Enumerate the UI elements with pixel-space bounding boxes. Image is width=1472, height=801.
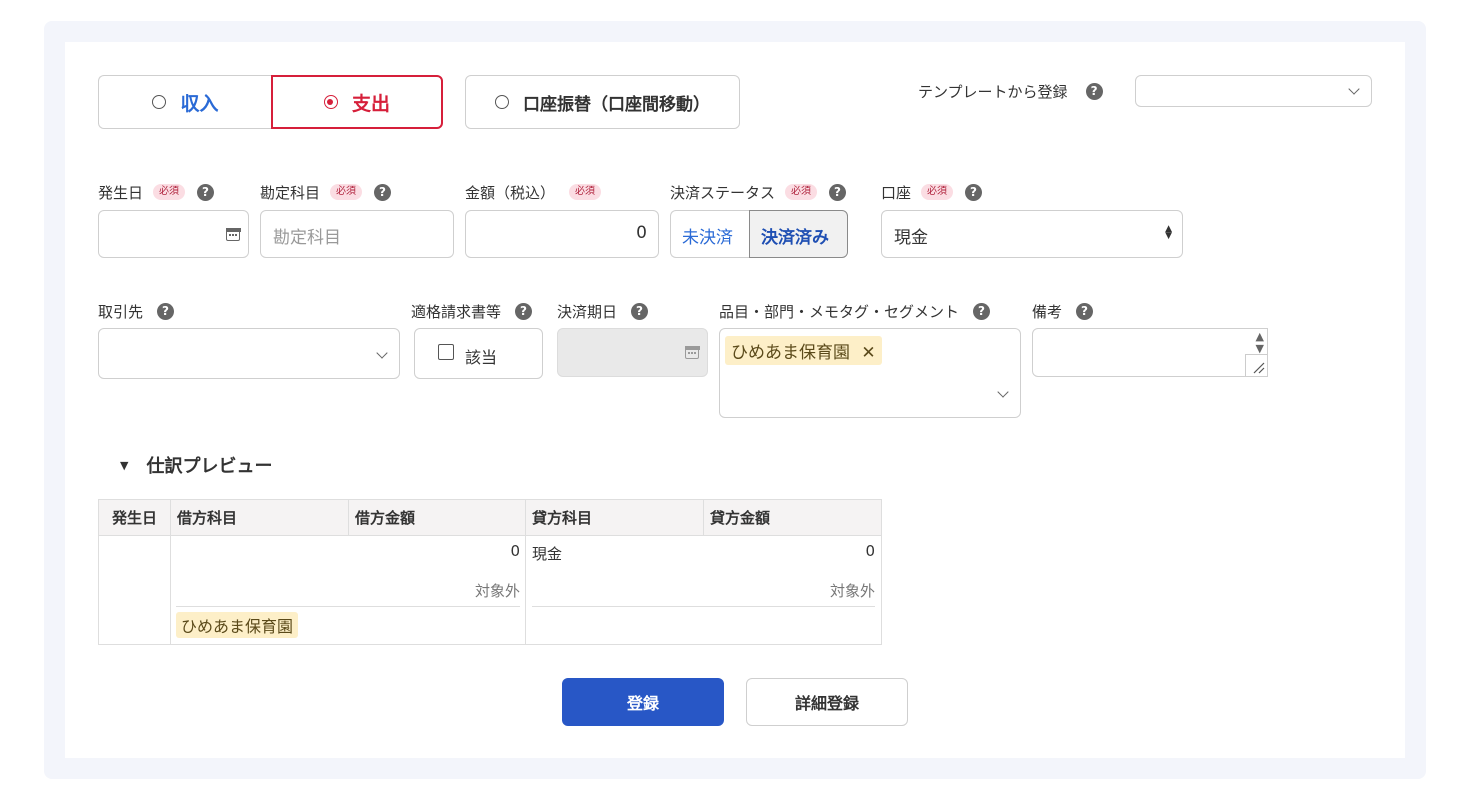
help-icon[interactable]: ? [197, 183, 215, 201]
debit-tag: ひめあま保育園 [176, 612, 299, 638]
partner-select[interactable] [98, 328, 400, 379]
invoice-label: 適格請求書等 [411, 302, 502, 321]
tag-chip: ひめあま保育園 ✕ [725, 336, 882, 365]
settlement-unpaid-button[interactable]: 未決済 [670, 210, 750, 258]
preview-title: 仕訳プレビュー [146, 456, 273, 477]
settlement-label-group: 決済ステータス 必須 ? [670, 181, 847, 203]
income-label: 収入 [180, 92, 219, 115]
column-header: 借方金額 [348, 499, 526, 536]
wallet-label: 口座 [881, 183, 912, 202]
account-item-input[interactable]: 勘定科目 [260, 210, 454, 258]
required-badge: 必須 [330, 184, 363, 200]
account-item-placeholder: 勘定科目 [273, 228, 341, 248]
table-row: 0 対象外 ひめあま保育園 現金 0 対象外 [98, 535, 882, 645]
settlement-label: 決済ステータス [670, 183, 776, 202]
chevron-down-icon [997, 386, 1009, 398]
credit-item: 現金 [532, 545, 563, 563]
help-icon[interactable]: ? [1085, 82, 1103, 100]
column-header: 借方科目 [170, 499, 349, 536]
income-radio-button[interactable]: 収入 [98, 75, 272, 129]
required-badge: 必須 [785, 184, 818, 200]
calendar-icon [684, 345, 700, 359]
amount-value: 0 [636, 223, 647, 243]
partner-label-group: 取引先 ? [98, 300, 175, 322]
due-date-label: 決済期日 [557, 302, 618, 321]
help-icon[interactable]: ? [631, 302, 649, 320]
caret-down-icon: ▼ [120, 458, 129, 472]
help-icon[interactable]: ? [374, 183, 392, 201]
expense-radio-button[interactable]: 支出 [271, 75, 443, 129]
settlement-paid-label: 決済済み [761, 228, 829, 248]
settlement-unpaid-label: 未決済 [682, 228, 733, 248]
remarks-label-group: 備考 ? [1032, 300, 1094, 322]
date-input[interactable] [98, 210, 249, 258]
required-badge: 必須 [569, 184, 602, 200]
invoice-label-group: 適格請求書等 ? [411, 300, 533, 322]
expense-label: 支出 [351, 92, 390, 115]
remarks-textarea[interactable]: ▲ ▼ [1032, 328, 1268, 377]
tag-chip-label: ひめあま保育園 [731, 343, 850, 363]
radio-unchecked-icon [152, 95, 167, 109]
invoice-checkbox-label: 該当 [465, 348, 498, 367]
remove-tag-icon[interactable]: ✕ [861, 343, 875, 363]
column-header: 発生日 [98, 499, 171, 536]
required-badge: 必須 [921, 184, 954, 200]
detail-register-button[interactable]: 詳細登録 [746, 678, 908, 726]
sort-arrows-icon: ▲ ▼ [1165, 224, 1172, 241]
debit-cell: 0 対象外 ひめあま保育園 [170, 535, 526, 645]
credit-cell: 現金 0 対象外 [525, 535, 882, 645]
help-icon[interactable]: ? [965, 183, 983, 201]
preview-toggle[interactable]: ▼ 仕訳プレビュー [120, 452, 272, 478]
template-label: テンプレートから登録 [918, 82, 1068, 101]
date-label: 発生日 [98, 183, 144, 202]
divider [176, 606, 520, 607]
transfer-radio-button[interactable]: 口座振替（口座間移動） [465, 75, 740, 129]
table-header-row: 発生日 借方科目 借方金額 貸方科目 貸方金額 [98, 499, 882, 536]
transfer-label: 口座振替（口座間移動） [523, 94, 710, 115]
amount-label: 金額（税込） [465, 183, 556, 202]
date-cell [98, 535, 171, 645]
help-icon[interactable]: ? [515, 302, 533, 320]
invoice-checkbox-field[interactable]: 該当 [414, 328, 543, 379]
help-icon[interactable]: ? [973, 302, 991, 320]
tags-label-group: 品目・部門・メモタグ・セグメント ? [719, 300, 991, 322]
radio-unchecked-icon [495, 95, 509, 109]
due-date-label-group: 決済期日 ? [557, 300, 649, 322]
calendar-icon [225, 227, 241, 241]
remarks-label: 備考 [1032, 302, 1063, 321]
wallet-value: 現金 [894, 228, 928, 248]
credit-tax: 対象外 [829, 582, 875, 600]
settlement-paid-button[interactable]: 決済済み [749, 210, 848, 258]
help-icon[interactable]: ? [157, 302, 175, 320]
template-label-group: テンプレートから登録 ? [918, 80, 1103, 102]
journal-preview-table: 発生日 借方科目 借方金額 貸方科目 貸方金額 0 対象外 ひめあま保育園 現金… [98, 499, 882, 645]
tags-select[interactable]: ひめあま保育園 ✕ [719, 328, 1021, 418]
column-header: 貸方金額 [703, 499, 882, 536]
date-label-group: 発生日 必須 ? [98, 181, 215, 203]
help-icon[interactable]: ? [1076, 302, 1094, 320]
credit-amount: 0 [865, 542, 875, 560]
wallet-label-group: 口座 必須 ? [881, 181, 983, 203]
resize-handle-icon[interactable] [1245, 354, 1267, 376]
help-icon[interactable]: ? [829, 183, 847, 201]
debit-amount: 0 [510, 542, 520, 560]
amount-label-group: 金額（税込） 必須 [465, 181, 602, 203]
account-item-label: 勘定科目 [260, 183, 321, 202]
required-badge: 必須 [153, 184, 186, 200]
partner-label: 取引先 [98, 302, 144, 321]
divider [532, 606, 875, 607]
chevron-down-icon [376, 347, 388, 359]
column-header: 貸方科目 [525, 499, 704, 536]
account-item-label-group: 勘定科目 必須 ? [260, 181, 392, 203]
due-date-input[interactable] [557, 328, 708, 377]
wallet-select[interactable]: 現金 ▲ ▼ [881, 210, 1183, 258]
checkbox-icon[interactable] [438, 344, 454, 360]
chevron-down-icon [1348, 83, 1360, 95]
register-button[interactable]: 登録 [562, 678, 724, 726]
radio-checked-icon [323, 95, 338, 109]
debit-tax: 対象外 [474, 582, 520, 600]
template-select[interactable] [1135, 75, 1372, 107]
amount-input[interactable]: 0 [465, 210, 659, 258]
tags-label: 品目・部門・メモタグ・セグメント [719, 302, 960, 321]
